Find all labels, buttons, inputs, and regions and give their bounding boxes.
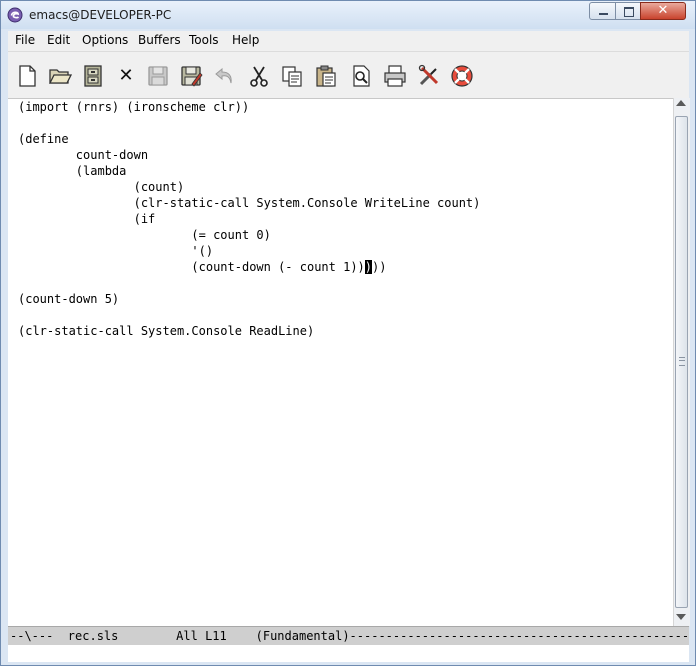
paste-icon[interactable] xyxy=(314,64,338,88)
emacs-app-icon xyxy=(7,7,23,23)
code-line: (count-down 5) xyxy=(18,292,120,306)
code-text: (import (rnrs) (ironscheme clr)) (define… xyxy=(18,99,480,339)
close-button[interactable]: ✕ xyxy=(640,2,686,20)
save-as-icon[interactable] xyxy=(179,64,203,88)
text-cursor: ) xyxy=(364,260,373,274)
scroll-up-icon[interactable] xyxy=(676,100,686,106)
maximize-button[interactable] xyxy=(615,2,641,20)
copy-icon[interactable] xyxy=(280,64,304,88)
code-line: (clr-static-call System.Console ReadLine… xyxy=(18,324,315,338)
tool-bar: ✕ xyxy=(8,51,689,99)
menu-buffers[interactable]: Buffers xyxy=(138,33,181,47)
title-bar[interactable]: emacs@DEVELOPER-PC ✕ xyxy=(1,1,695,29)
scrollbar-thumb[interactable] xyxy=(675,116,688,608)
close-buffer-icon[interactable]: ✕ xyxy=(114,64,138,88)
code-line-tail: )) xyxy=(372,260,387,274)
mode-line: --\--- rec.sls All L11 (Fundamental)----… xyxy=(8,626,689,646)
undo-icon[interactable] xyxy=(213,64,237,88)
code-line: (= count 0) xyxy=(18,228,271,242)
menu-help[interactable]: Help xyxy=(232,33,259,47)
open-folder-icon[interactable] xyxy=(48,64,72,88)
menu-options[interactable]: Options xyxy=(82,33,128,47)
maximize-icon xyxy=(624,7,634,17)
grip-icon xyxy=(679,357,685,366)
code-line: (count-down (- count 1)) xyxy=(18,260,365,274)
menu-file[interactable]: File xyxy=(15,33,35,47)
menu-tools[interactable]: Tools xyxy=(189,33,219,47)
code-line: '() xyxy=(18,244,214,258)
mode-line-text: --\--- rec.sls All L11 (Fundamental)----… xyxy=(10,629,689,643)
code-line: (clr-static-call System.Console WriteLin… xyxy=(18,196,481,210)
code-line: (if xyxy=(18,212,156,226)
dired-cabinet-icon[interactable] xyxy=(81,64,105,88)
window-title: emacs@DEVELOPER-PC xyxy=(29,8,172,22)
print-icon[interactable] xyxy=(383,64,407,88)
minimize-icon xyxy=(599,13,608,15)
minimize-button[interactable] xyxy=(589,2,616,20)
customize-icon[interactable] xyxy=(417,64,441,88)
editor-buffer[interactable]: (import (rnrs) (ironscheme clr)) (define… xyxy=(8,98,673,627)
emacs-window: emacs@DEVELOPER-PC ✕ File Edit Options B… xyxy=(0,0,696,666)
code-line: count-down xyxy=(18,148,149,162)
close-icon: ✕ xyxy=(657,3,669,18)
scroll-down-icon[interactable] xyxy=(676,614,686,620)
menu-edit[interactable]: Edit xyxy=(47,33,70,47)
cut-icon[interactable] xyxy=(247,64,271,88)
code-line: (define xyxy=(18,132,69,146)
save-icon[interactable] xyxy=(146,64,170,88)
menu-bar: File Edit Options Buffers Tools Help xyxy=(8,31,689,51)
code-line: (lambda xyxy=(18,164,127,178)
search-icon[interactable] xyxy=(349,64,373,88)
help-icon[interactable] xyxy=(450,64,474,88)
code-line: (import (rnrs) (ironscheme clr)) xyxy=(18,100,250,114)
new-file-icon[interactable] xyxy=(15,64,39,88)
vertical-scrollbar[interactable] xyxy=(673,98,690,626)
code-line: (count) xyxy=(18,180,185,194)
minibuffer[interactable] xyxy=(8,645,689,662)
